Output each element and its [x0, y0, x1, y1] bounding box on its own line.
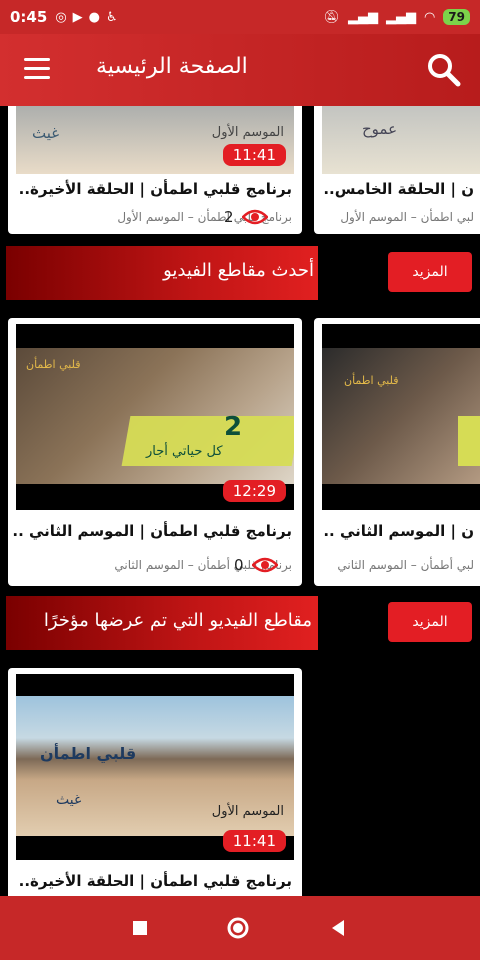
thumb-caption: كل حياتي أجار	[146, 444, 223, 459]
thumb-logo: قلبي اطمأن	[26, 358, 81, 371]
duration-badge: 11:41	[222, 144, 286, 166]
status-right-icons: 🔕︎ ▂▄▆ ▂▄▆ ◠ 79	[323, 9, 470, 25]
thumb-season-label: الموسم الأول	[211, 804, 284, 819]
thumb-text: عموح	[362, 120, 398, 138]
video-card[interactable]: عموح ن | الحلقة الخامس.. لبي اطمأن – الم…	[314, 106, 480, 234]
video-title: برنامج قلبي اطمأن | الحلقة الأخيرة..	[18, 180, 292, 198]
video-thumbnail: قلبي اطمأن	[322, 324, 480, 510]
more-button[interactable]: المزيد	[388, 602, 472, 642]
navigation-bar	[0, 896, 480, 960]
status-time: 0:45	[10, 8, 48, 26]
video-thumbnail: عموح	[322, 106, 480, 174]
video-card[interactable]: قلبي اطمأن 2 كل حياتي أجار 12:29 برنامج …	[8, 318, 302, 586]
media-icon: ●	[88, 9, 100, 25]
thumb-season-label: الموسم الأول	[211, 125, 284, 140]
mute-icon: 🔕︎	[323, 9, 340, 25]
video-card[interactable]: قلبي اطمأن غيث الموسم الأول 11:41 برنامج…	[8, 668, 302, 896]
thumb-logo: قلبي اطمأن	[344, 374, 399, 387]
video-card[interactable]: قلبي اطمأن ن | الموسم الثاني .. لبي أطمأ…	[314, 318, 480, 586]
section-title: مقاطع الفيديو التي تم عرضها مؤخرًا	[43, 610, 312, 631]
views-value: 0	[234, 556, 244, 574]
menu-icon	[24, 58, 50, 61]
video-thumbnail: قلبي اطمأن غيث الموسم الأول 11:41	[16, 674, 294, 860]
thumb-logo: غيث	[32, 124, 60, 142]
eye-icon	[251, 557, 278, 573]
section-header-latest: أحدث مقاطع الفيديو المزيد	[0, 246, 480, 300]
signal-icon: ▂▄▆	[347, 9, 378, 25]
recent-apps-icon	[133, 921, 147, 935]
thumb-logo: غيث	[56, 792, 82, 808]
page-title: الصفحة الرئيسية	[96, 54, 248, 79]
back-icon	[332, 920, 344, 936]
video-card[interactable]: الموسم الأول غيث 11:41 برنامج قلبي اطمأن…	[8, 106, 302, 234]
main-content: الموسم الأول غيث 11:41 برنامج قلبي اطمأن…	[0, 106, 480, 896]
battery-indicator: 79	[443, 9, 470, 25]
signal-icon: ▂▄▆	[385, 9, 416, 25]
home-icon	[227, 917, 249, 939]
duration-badge: 11:41	[222, 830, 286, 852]
thumb-episode-number: 2	[224, 412, 243, 442]
video-title: ن | الموسم الثاني ..	[323, 522, 474, 540]
back-button[interactable]	[326, 916, 350, 940]
video-subtitle: لبي اطمأن – الموسم الأول	[340, 210, 474, 224]
view-count: 2	[224, 208, 268, 226]
video-thumbnail: الموسم الأول غيث 11:41	[16, 106, 294, 174]
home-button[interactable]	[226, 916, 250, 940]
search-button[interactable]	[426, 52, 462, 88]
video-title: ن | الحلقة الخامس..	[323, 180, 474, 198]
video-title: برنامج قلبي اطمأن | الحلقة الأخيرة..	[18, 872, 292, 890]
views-value: 2	[224, 208, 234, 226]
search-icon	[428, 54, 461, 87]
thumb-logo: قلبي اطمأن	[40, 744, 137, 763]
accessibility-icon: ♿	[106, 9, 118, 25]
section-header-recent: مقاطع الفيديو التي تم عرضها مؤخرًا المزي…	[0, 596, 480, 650]
video-title: برنامج قلبي اطمأن | الموسم الثاني ..	[12, 522, 292, 540]
status-bar: 0:45 ◎ ▶ ● ♿ 🔕︎ ▂▄▆ ▂▄▆ ◠ 79	[0, 0, 480, 34]
video-thumbnail: قلبي اطمأن 2 كل حياتي أجار 12:29	[16, 324, 294, 510]
wifi-icon: ◠	[423, 9, 436, 25]
duration-badge: 12:29	[222, 480, 286, 502]
more-button[interactable]: المزيد	[388, 252, 472, 292]
section-title: أحدث مقاطع الفيديو	[163, 260, 314, 281]
notification-icon: ◎	[55, 9, 67, 25]
menu-button[interactable]	[24, 58, 50, 80]
eye-icon	[241, 209, 268, 225]
recent-apps-button[interactable]	[128, 916, 152, 940]
youtube-icon: ▶	[72, 9, 83, 25]
view-count: 0	[234, 556, 278, 574]
video-subtitle: لبي أطمأن – الموسم الثاني	[337, 558, 474, 572]
app-bar: الصفحة الرئيسية	[0, 34, 480, 106]
